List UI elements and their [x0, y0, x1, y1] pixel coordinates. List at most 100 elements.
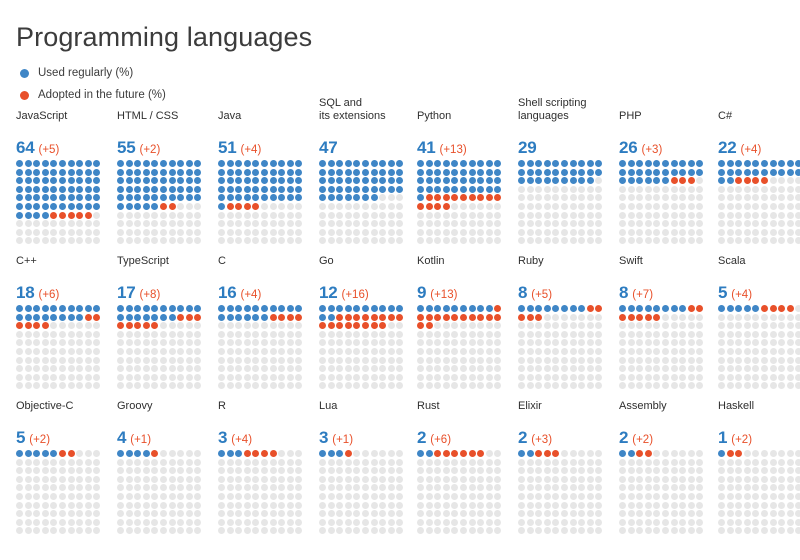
waffle-dot [396, 322, 405, 331]
waffle-dot [468, 160, 478, 169]
waffle-dot [425, 330, 435, 340]
waffle-dot [644, 330, 654, 340]
waffle-dot [760, 322, 770, 331]
waffle-dot [434, 185, 443, 195]
waffle-dot [670, 484, 680, 493]
waffle-dot [735, 518, 744, 528]
waffle-dot [151, 373, 160, 383]
waffle-dot [353, 305, 362, 314]
waffle-dot [477, 356, 486, 366]
waffle-dot [379, 177, 388, 186]
waffle-dot [278, 330, 287, 340]
waffle-dot [41, 510, 51, 519]
waffle-dot [442, 458, 452, 468]
waffle-dot [194, 518, 203, 528]
used-regularly-value: 9 [417, 283, 427, 302]
waffle-dot [752, 168, 761, 178]
waffle-dot [177, 194, 186, 203]
waffle-dot [269, 211, 279, 221]
waffle-dot [485, 510, 495, 519]
waffle-dot [760, 484, 770, 493]
waffle-dot [295, 160, 304, 169]
waffle-dot [50, 330, 59, 340]
waffle-dot [84, 373, 94, 383]
waffle-dot [295, 501, 304, 511]
waffle-dot [718, 347, 727, 357]
waffle-dot [735, 339, 744, 348]
waffle-dot [361, 220, 371, 229]
waffle-dot [295, 365, 304, 374]
waffle-dot [552, 339, 561, 348]
waffle-dot [451, 168, 460, 178]
waffle-dot [50, 458, 59, 468]
waffle-dot [243, 237, 253, 246]
waffle-dot [670, 237, 680, 246]
waffle-dot [295, 347, 304, 357]
waffle-dot [661, 211, 671, 221]
waffle-dot [76, 185, 85, 195]
waffle-dot [353, 450, 362, 459]
waffle-dot [353, 211, 362, 221]
waffle-dot [644, 356, 654, 366]
waffle-dot [226, 168, 236, 178]
cell-header: Kotlin 9 (+13) [417, 255, 517, 305]
waffle-dot [735, 382, 744, 391]
waffle-dot [468, 527, 478, 536]
waffle-dot [295, 467, 304, 476]
waffle-dot [595, 211, 604, 221]
value-readout: 3 (+1) [319, 428, 353, 448]
waffle-dot [269, 160, 279, 169]
waffle-dot [726, 202, 736, 212]
waffle-dot [93, 168, 102, 178]
waffle-dot [142, 510, 152, 519]
waffle-dot [795, 220, 800, 229]
waffle-dot [125, 450, 135, 459]
waffle-dot [586, 365, 596, 374]
language-name-label: Rust [417, 400, 440, 412]
waffle-dot [286, 211, 296, 221]
waffle-dot [76, 484, 85, 493]
waffle-dot [269, 527, 279, 536]
waffle-dot [344, 330, 354, 340]
waffle-dot [194, 305, 203, 314]
waffle-dot [425, 484, 435, 493]
waffle-dot [269, 365, 279, 374]
waffle-dot [50, 492, 59, 502]
waffle-dot [319, 356, 328, 366]
waffle-dot [336, 510, 345, 519]
waffle-dot [50, 185, 59, 195]
waffle-dot [226, 356, 236, 366]
legend-label-adopted-future: Adopted in the future (%) [38, 89, 166, 101]
waffle-dot [718, 373, 727, 383]
waffle-dot [595, 501, 604, 511]
waffle-dot [278, 194, 287, 203]
waffle-dot [168, 458, 178, 468]
waffle-dot [417, 373, 426, 383]
waffle-dot [696, 339, 705, 348]
waffle-dot [16, 322, 25, 331]
waffle-dot [595, 177, 604, 186]
waffle-dot [142, 518, 152, 528]
waffle-dot [159, 322, 169, 331]
waffle-dot [327, 475, 337, 485]
waffle-dot [327, 510, 337, 519]
waffle-dot [159, 510, 169, 519]
waffle-dot [41, 501, 51, 511]
waffle-dot [67, 202, 77, 212]
language-name-label: Assembly [619, 400, 667, 412]
waffle-dot [726, 518, 736, 528]
waffle-dot [235, 228, 244, 238]
waffle-dot [24, 177, 34, 186]
waffle-dot [58, 492, 68, 502]
waffle-dot [679, 356, 688, 366]
waffle-dot [84, 305, 94, 314]
waffle-dot [795, 228, 800, 238]
waffle-dot [252, 168, 261, 178]
waffle-dot [33, 450, 42, 459]
waffle-dot [159, 202, 169, 212]
waffle-dot [260, 168, 270, 178]
waffle-dot [795, 356, 800, 366]
waffle-dot [417, 492, 426, 502]
waffle-dot [24, 373, 34, 383]
waffle-dot [142, 305, 152, 314]
